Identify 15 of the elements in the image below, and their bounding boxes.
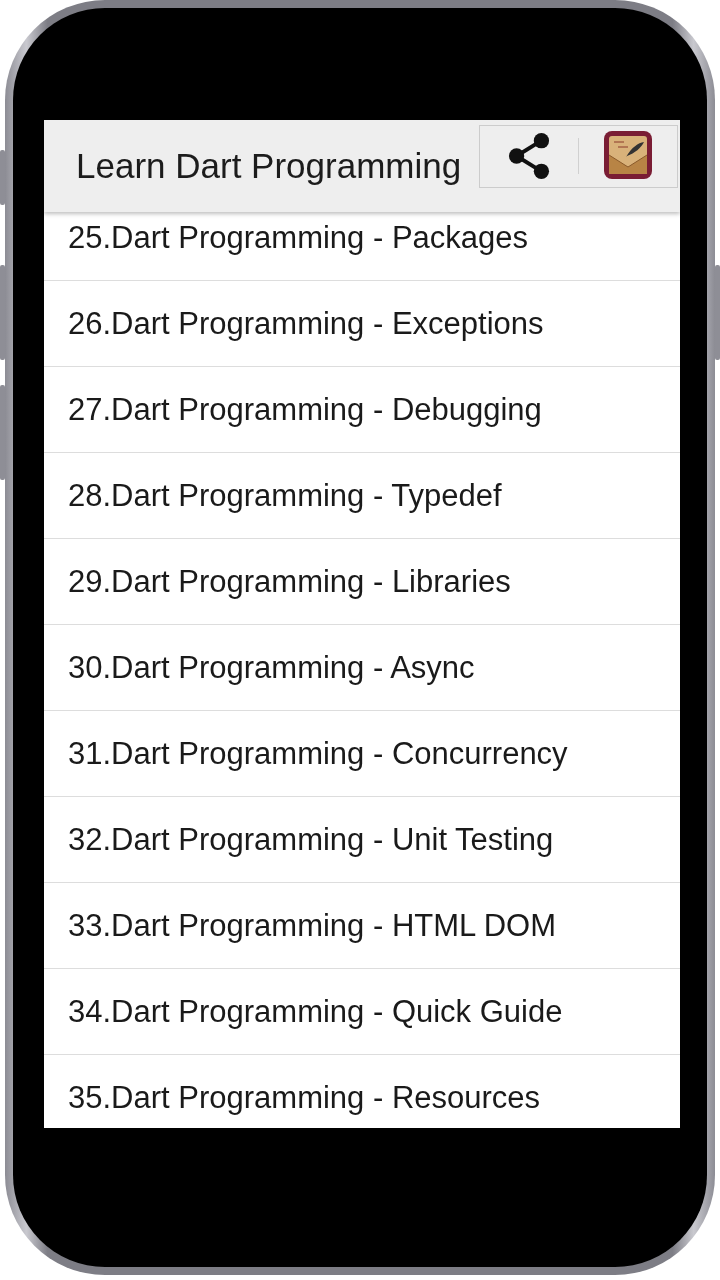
list-item[interactable]: 30.Dart Programming - Async [44,625,680,711]
list-item[interactable]: 32.Dart Programming - Unit Testing [44,797,680,883]
list-item[interactable]: 25.Dart Programming - Packages [44,212,680,281]
list-item[interactable]: 28.Dart Programming - Typedef [44,453,680,539]
app-title: Learn Dart Programming [76,146,462,186]
list-item[interactable]: 27.Dart Programming - Debugging [44,367,680,453]
envelope-quill-icon [604,131,652,181]
phone-side-key [0,150,5,205]
list-item[interactable]: 34.Dart Programming - Quick Guide [44,969,680,1055]
list-item[interactable]: 29.Dart Programming - Libraries [44,539,680,625]
share-icon [508,133,550,179]
list-item[interactable]: 26.Dart Programming - Exceptions [44,281,680,367]
list-item[interactable]: 33.Dart Programming - HTML DOM [44,883,680,969]
list-item[interactable]: 31.Dart Programming - Concurrency [44,711,680,797]
list-item[interactable]: 35.Dart Programming - Resources [44,1055,680,1128]
